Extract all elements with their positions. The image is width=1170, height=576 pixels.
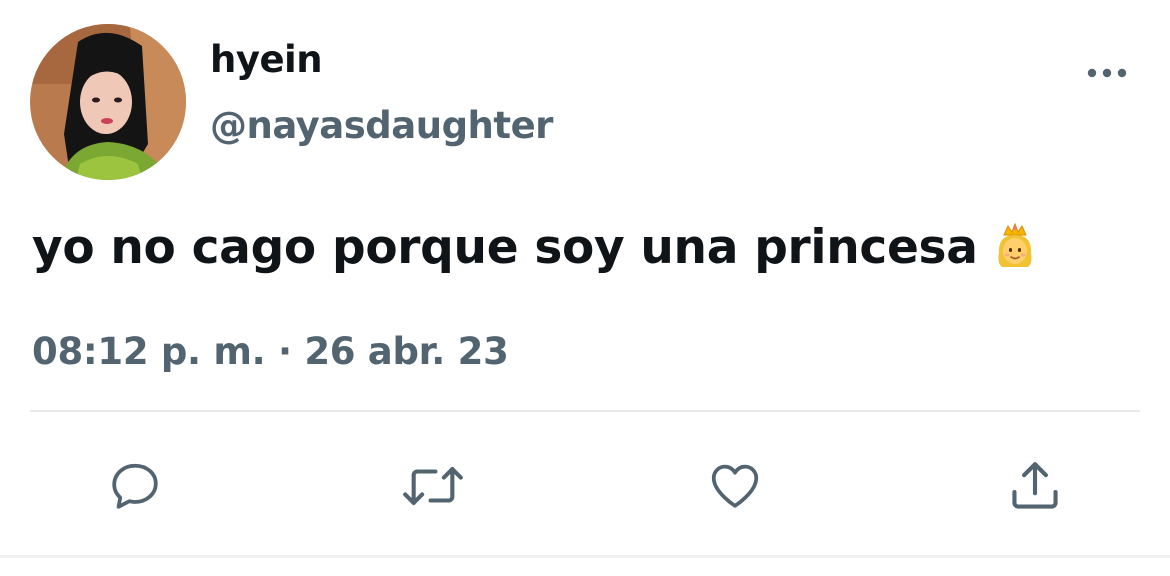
retweet-button[interactable]	[401, 454, 465, 518]
user-handle[interactable]: @nayasdaughter	[210, 104, 553, 147]
tweet-date: 26 abr. 23	[304, 330, 509, 373]
like-button[interactable]	[703, 454, 767, 518]
more-dots-icon	[1087, 68, 1127, 78]
avatar[interactable]	[30, 24, 186, 180]
princess-emoji-icon	[992, 222, 1038, 281]
tweet-body: yo no cago porque soy una princesa	[32, 220, 978, 275]
tweet-text: yo no cago porque soy una princesa	[32, 220, 1038, 281]
bottom-border	[0, 555, 1170, 558]
share-icon	[1012, 462, 1058, 509]
tweet-timestamp[interactable]: 08:12 p. m. · 26 abr. 23	[32, 330, 509, 373]
timestamp-separator: ·	[265, 330, 305, 373]
tweet-time: 08:12 p. m.	[32, 330, 266, 373]
retweet-icon	[403, 467, 463, 505]
more-options-button[interactable]	[1084, 58, 1130, 88]
display-name[interactable]: hyein	[210, 38, 323, 81]
share-button[interactable]	[1003, 454, 1067, 518]
divider	[30, 410, 1140, 412]
reply-button[interactable]	[103, 454, 167, 518]
reply-icon	[112, 463, 158, 509]
heart-icon	[711, 464, 759, 508]
avatar-image	[30, 24, 186, 180]
